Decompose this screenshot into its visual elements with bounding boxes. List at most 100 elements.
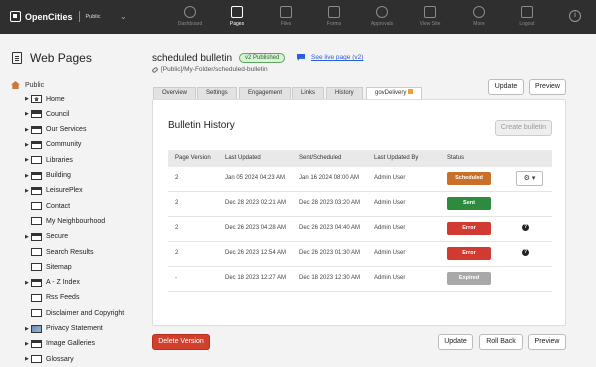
nav-approvals[interactable]: Approvals: [362, 6, 402, 27]
table-cell-updated: Dec 18 2023 12:27 AM: [225, 275, 287, 281]
sidebar-tree-item-label: Privacy Statement: [46, 325, 103, 332]
sidebar-tree-item[interactable]: ▶ A - Z Index: [25, 277, 80, 289]
expand-caret-icon[interactable]: ▶: [25, 157, 29, 163]
update-button-bottom[interactable]: Update: [438, 334, 473, 350]
tab-engagement[interactable]: Engagement: [239, 87, 292, 99]
roll-back-button[interactable]: Roll Back: [479, 334, 523, 350]
files-icon: [280, 6, 292, 18]
site-name: Public: [85, 13, 101, 20]
expand-caret-icon[interactable]: ▶: [25, 173, 29, 179]
expand-caret-icon[interactable]: ▶: [25, 341, 29, 347]
sidebar-tree-item[interactable]: Disclaimer and Copyright: [25, 307, 124, 319]
expand-caret-icon[interactable]: ▶: [25, 326, 29, 332]
table-cell-version: -: [175, 275, 177, 281]
tab-label: Settings: [206, 90, 228, 96]
expand-caret-icon[interactable]: ▶: [25, 96, 29, 102]
expand-caret-icon[interactable]: ▶: [25, 188, 29, 194]
live-page-icon: [297, 54, 305, 61]
expand-caret-icon[interactable]: ▶: [25, 280, 29, 286]
sidebar-tree-item[interactable]: Contact: [25, 200, 70, 212]
sidebar-tree-item[interactable]: ▶ Home: [25, 93, 65, 105]
page-icon: [31, 156, 42, 165]
sidebar-tree-item[interactable]: ▶ Image Galleries: [25, 338, 95, 350]
site-switcher-chevron-icon[interactable]: ⌄: [120, 12, 127, 21]
sidebar-tree-item-label: Glossary: [46, 355, 74, 363]
page-icon: [31, 140, 42, 149]
sidebar-tree-item-label: Our Services: [46, 126, 87, 134]
live-link-label: See live page (v2): [311, 54, 364, 61]
sidebar-tree-item[interactable]: ▶ Council: [25, 108, 69, 120]
table-cell-version: 2: [175, 175, 179, 181]
sidebar-tree-item[interactable]: ▶ Glossary: [25, 353, 74, 365]
nav-files[interactable]: Files: [266, 6, 306, 27]
update-button-top[interactable]: Update: [488, 79, 524, 95]
page-icon: [31, 309, 42, 318]
tab-overview[interactable]: Overview: [153, 87, 197, 99]
table-cell-by: Admin User: [374, 225, 406, 231]
create-bulletin-button[interactable]: Create bulletin: [495, 120, 552, 136]
sidebar-tree-item-label: Libraries: [46, 156, 73, 164]
table-cell-sent: Dec 28 2023 03:20 AM: [299, 200, 361, 206]
bulletin-history-panel: Bulletin History Create bulletin Page Ve…: [152, 99, 566, 326]
preview-button-bottom[interactable]: Preview: [528, 334, 566, 350]
page-icon: [31, 110, 42, 119]
table-row: 2 Dec 26 2023 04:28 AM Dec 26 2023 04:40 A…: [168, 217, 552, 242]
tree-root-label: Public: [25, 81, 45, 89]
tab-links[interactable]: Links: [292, 87, 325, 99]
sidebar-tree-item[interactable]: Rss Feeds: [25, 292, 79, 304]
table-cell-updated: Dec 26 2023 12:54 AM: [225, 250, 287, 256]
see-live-page-link[interactable]: See live page (v2): [297, 54, 363, 61]
sidebar-tree-item[interactable]: ▶ LeisurePlex: [25, 185, 83, 197]
expand-caret-icon[interactable]: ▶: [25, 234, 29, 240]
error-help-icon[interactable]: ?: [522, 249, 529, 256]
sidebar-tree-item[interactable]: ▶ Our Services: [25, 124, 86, 136]
sidebar-tree-item-label: LeisurePlex: [46, 187, 83, 195]
nav-view-site[interactable]: View Site: [410, 6, 450, 27]
sidebar-tree-item[interactable]: ▶ Libraries: [25, 154, 73, 166]
table-cell-updated: Jan 05 2024 04:23 AM: [225, 175, 286, 181]
error-help-icon[interactable]: ?: [522, 224, 529, 231]
sidebar-tree-item-label: My Neighbourhood: [46, 217, 106, 225]
table-header: Page Version Last Updated Sent/Scheduled…: [168, 150, 552, 167]
delete-version-button[interactable]: Delete Version: [152, 334, 210, 350]
nav-label: Approvals: [370, 21, 394, 27]
tab-settings[interactable]: Settings: [197, 87, 237, 99]
nav-label: Dashboard: [177, 21, 203, 27]
nav-more[interactable]: More: [459, 6, 499, 27]
preview-button-top[interactable]: Preview: [529, 79, 566, 95]
sidebar-tree-item[interactable]: ▶ Community: [25, 139, 81, 151]
tree-root-public[interactable]: Public: [11, 81, 44, 89]
sidebar-tree-item[interactable]: ▶ Secure: [25, 231, 68, 243]
expand-caret-icon[interactable]: ▶: [25, 356, 29, 362]
sidebar-tree-item[interactable]: ▶ Building: [25, 170, 71, 182]
nav-pages[interactable]: Pages: [217, 6, 257, 27]
tab-label: History: [335, 90, 354, 96]
nav-forms[interactable]: Forms: [314, 6, 354, 27]
nav-logout[interactable]: Logout: [507, 6, 547, 27]
sidebar-tree-item[interactable]: Sitemap: [25, 261, 72, 273]
tab-history[interactable]: History: [326, 87, 363, 99]
nav-dashboard[interactable]: Dashboard: [170, 6, 210, 27]
sidebar-tree-item-label: Building: [46, 172, 71, 179]
nav-label: Forms: [326, 21, 342, 27]
expand-caret-icon[interactable]: ▶: [25, 127, 29, 133]
page-icon: [31, 324, 42, 333]
table-row: 2 Dec 28 2023 02:21 AM Dec 28 2023 03:20 A…: [168, 192, 552, 217]
sidebar-tree-item-label: Community: [46, 141, 82, 149]
opencities-logo-icon: [10, 11, 21, 22]
sidebar-tree-item-label: A - Z Index: [46, 279, 80, 287]
info-icon[interactable]: i: [569, 10, 581, 22]
sidebar-tree-item[interactable]: ▶ Privacy Statement: [25, 323, 103, 335]
expand-caret-icon[interactable]: ▶: [25, 111, 29, 117]
approvals-icon: [376, 6, 388, 18]
sidebar-tree-item[interactable]: Search Results: [25, 246, 93, 258]
column-header: Last Updated By: [374, 155, 419, 161]
page-path-text: [Public]/My-Folder/scheduled-bulletin: [161, 66, 268, 73]
sidebar-tree-item[interactable]: My Neighbourhood: [25, 215, 105, 227]
expand-caret-icon[interactable]: ▶: [25, 142, 29, 148]
page-title: scheduled bulletin: [152, 53, 233, 64]
page-icon: [31, 293, 42, 302]
brand[interactable]: OpenCities Public: [10, 11, 101, 22]
row-actions-gear-button[interactable]: ⚙ ▾: [516, 171, 543, 186]
more-icon: [473, 6, 485, 18]
